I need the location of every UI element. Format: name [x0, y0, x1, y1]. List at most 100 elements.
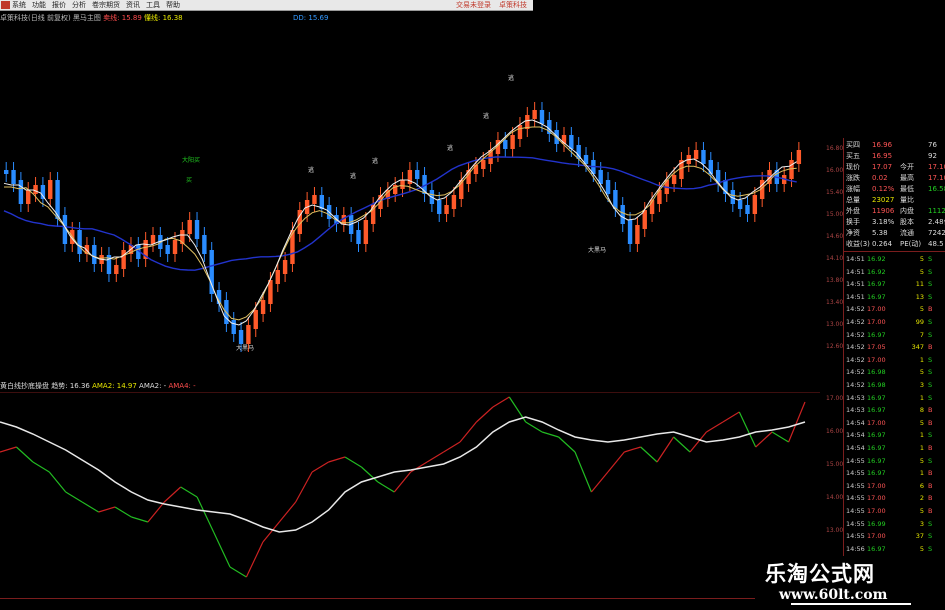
quote-label-2: 内盘 [900, 207, 914, 215]
indicator-axis-label: 16.00 [826, 428, 844, 435]
quote-label: 买四 [846, 141, 860, 149]
quote-value: 3.18% [872, 218, 895, 226]
indicator-axis-label: 13.00 [826, 527, 844, 534]
tick-direction: B [928, 469, 933, 478]
candle [202, 235, 207, 254]
tick-volume: 37 [915, 532, 924, 541]
tick-row: 14:55 17.00 37 S [844, 531, 945, 541]
candle [532, 110, 537, 119]
indicator-segment [65, 491, 83, 503]
tick-time: 14:55 [846, 532, 865, 541]
tick-volume: 347 [911, 343, 924, 352]
tick-price: 17.00 [867, 418, 886, 427]
tick-price: 17.00 [867, 355, 886, 364]
indicator-name: 黄白线抄底操盘 [0, 382, 49, 390]
quote-value-2: 48.5 [928, 240, 944, 248]
watermark-url: www.60lt.com [779, 587, 888, 603]
indicator-segment [525, 421, 543, 433]
tick-volume: 11 [915, 280, 924, 289]
tick-row: 14:52 16.97 7 S [844, 330, 945, 340]
candle [481, 160, 486, 169]
indicator-segment [541, 431, 559, 438]
candle [642, 210, 647, 229]
quote-label-2: 流通 [900, 229, 914, 237]
menu-news[interactable]: 资讯 [126, 0, 140, 11]
indicator-segment [558, 436, 576, 453]
trade-login-link[interactable]: 交易未登录 [456, 0, 491, 11]
candle [517, 125, 523, 139]
indicator-ama2: AMA2: 14.97 [92, 382, 137, 390]
quote-value: 11906 [872, 207, 895, 215]
candlestick-chart[interactable]: 大阳买 买 大黑马 大黑马 逃 逃 逃 逃 逃 逃 [0, 30, 820, 380]
quote-label: 外盘 [846, 207, 860, 215]
indicator-segment [722, 411, 740, 423]
quote-label-2: 今开 [900, 163, 914, 171]
menu-quote[interactable]: 报价 [52, 0, 66, 11]
tick-volume: 5 [919, 418, 924, 427]
menu-analysis[interactable]: 分析 [72, 0, 86, 11]
candle [194, 220, 200, 239]
indicator-segment [245, 541, 264, 578]
tick-row: 14:55 16.97 1 B [844, 468, 945, 478]
candle [620, 205, 625, 224]
candle [363, 220, 369, 244]
tick-time: 14:55 [846, 519, 865, 528]
candle [165, 245, 170, 254]
tick-time: 14:53 [846, 393, 865, 402]
menu-function[interactable]: 功能 [32, 0, 46, 11]
candle [48, 180, 53, 199]
tick-time: 14:52 [846, 368, 865, 377]
candle [444, 205, 449, 214]
candle [510, 135, 515, 149]
tick-row: 14:53 16.97 1 S [844, 393, 945, 403]
tick-row: 14:54 17.00 5 B [844, 418, 945, 428]
tick-time: 14:51 [846, 267, 865, 276]
quote-value-2: 2.48亿 [928, 218, 945, 226]
annotation-sell-3: 逃 [372, 157, 378, 165]
candle [415, 170, 420, 179]
quote-value: 0.12% [872, 185, 895, 193]
quote-value: 17.07 [872, 163, 893, 171]
quote-row: 买五 16.95 92 [844, 151, 945, 161]
indicator-segment [738, 411, 757, 448]
candle [231, 320, 236, 334]
tick-volume: 1 [919, 431, 924, 440]
candle [671, 175, 677, 184]
indicator-segment [673, 436, 691, 453]
tick-price: 16.92 [867, 267, 886, 276]
menu-tools[interactable]: 工具 [146, 0, 160, 11]
tick-row: 14:55 17.00 6 B [844, 481, 945, 491]
tick-time: 14:53 [846, 406, 865, 415]
tick-direction: S [928, 355, 933, 364]
tick-volume: 5 [919, 255, 924, 263]
menu-system[interactable]: 系统 [12, 0, 26, 11]
tick-direction: S [928, 393, 933, 402]
menu-futures[interactable]: 卷宗期货 [92, 0, 120, 11]
tick-direction: S [928, 532, 933, 541]
indicator-ama4: AMA4: - [168, 382, 196, 390]
tick-direction: S [928, 267, 933, 276]
tick-direction: S [928, 544, 933, 553]
tick-row: 14:55 16.97 5 S [844, 456, 945, 466]
tick-row: 14:52 17.00 1 S [844, 355, 945, 365]
tick-time: 14:52 [846, 355, 865, 364]
quote-label: 总量 [846, 196, 860, 204]
tick-volume: 1 [919, 444, 924, 452]
indicator-segment [81, 501, 99, 513]
indicator-axis-label: 14.00 [826, 494, 844, 501]
indicator-axis-label: 17.00 [826, 395, 844, 402]
quote-label-2: 量比 [900, 196, 914, 204]
menu-help[interactable]: 帮助 [166, 0, 180, 11]
quote-value: 23027 [872, 196, 895, 204]
watermark-title: 乐淘公式网 [765, 561, 875, 586]
tick-time: 14:52 [846, 381, 865, 389]
tick-time: 14:55 [846, 494, 865, 503]
indicator-chart[interactable] [0, 392, 820, 597]
company-link[interactable]: 卓策科技 [499, 0, 527, 11]
tick-row: 14:52 17.05 347 B [844, 342, 945, 352]
annotation-sell-6: 逃 [508, 74, 514, 82]
watermark-underline [791, 603, 911, 605]
annotation-buy-1: 大阳买 [182, 156, 200, 164]
tick-row: 14:55 17.00 5 B [844, 506, 945, 516]
tick-time: 14:52 [846, 343, 865, 352]
